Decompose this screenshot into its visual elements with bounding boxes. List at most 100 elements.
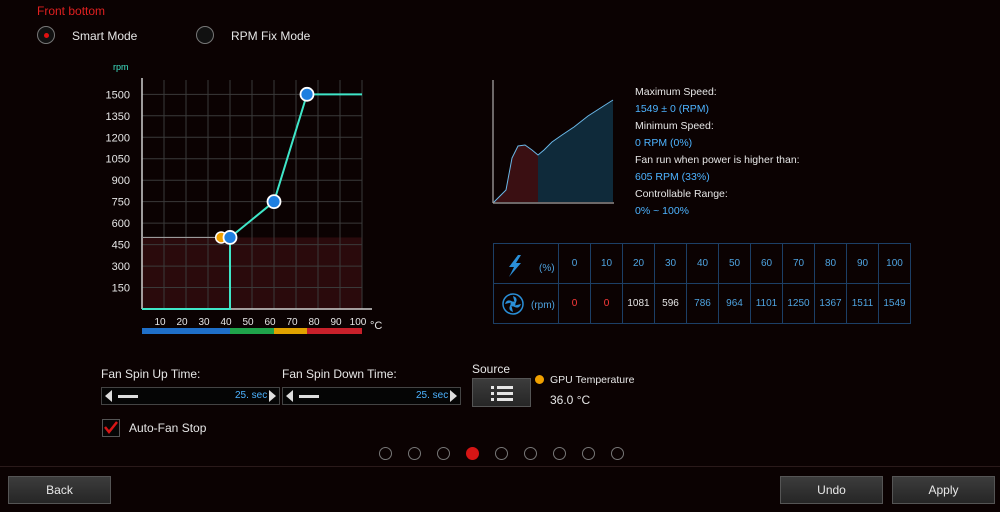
rpm-cell: 1511 [846, 283, 879, 324]
page-dot[interactable] [524, 447, 537, 460]
controllable-range-value: 0% ~ 100% [635, 205, 689, 217]
y-tick-label: 1050 [106, 154, 130, 166]
power-percent-cell: 80 [814, 243, 847, 284]
page-dot[interactable] [408, 447, 421, 460]
rpm-cell: 1250 [782, 283, 815, 324]
curve-control-point[interactable] [266, 194, 282, 210]
y-tick-label: 1500 [106, 89, 130, 101]
rpm-fix-mode-radio[interactable] [196, 26, 214, 44]
min-speed-value: 0 RPM (0%) [635, 137, 693, 149]
curve-control-point[interactable] [299, 86, 315, 102]
y-tick-label: 600 [112, 218, 130, 230]
fan-curve-chart[interactable]: 150 300 450 600 750 900 1050 1200 1350 1500 10 20 3… [100, 58, 400, 340]
temperature-band [230, 328, 274, 334]
rpm-cell: 786 [686, 283, 719, 324]
list-icon [490, 386, 513, 401]
curve-control-point[interactable] [222, 230, 238, 245]
x-tick-label: 30 [198, 317, 210, 328]
rpm-cell: 0 [558, 283, 591, 324]
x-axis-unit: °C [370, 320, 382, 332]
spin-up-value: 25. sec [235, 390, 268, 401]
arrow-right-icon[interactable] [450, 390, 457, 402]
x-tick-label: 60 [264, 317, 276, 328]
y-tick-label: 150 [112, 283, 130, 295]
power-unit: (%) [539, 263, 555, 274]
power-percent-cell: 20 [622, 243, 655, 284]
temperature-band [142, 328, 230, 334]
power-percent-cell: 50 [718, 243, 751, 284]
y-tick-label: 900 [112, 175, 130, 187]
arrow-right-icon[interactable] [269, 390, 276, 402]
page-dot[interactable] [437, 447, 450, 460]
rpm-fix-mode-label: RPM Fix Mode [231, 29, 311, 43]
rpm-cell: 1101 [750, 283, 783, 324]
spin-up-label: Fan Spin Up Time: [101, 367, 201, 381]
rpm-cell: 1549 [878, 283, 911, 324]
back-button[interactable]: Back [8, 476, 111, 504]
speed-table: (%) 0 10 20 30 40 50 60 70 80 90 100 (rpm) 0 0 1081 5… [493, 243, 911, 324]
x-tick-label: 70 [286, 317, 298, 328]
y-axis-label: rpm [113, 62, 129, 72]
power-percent-cell: 30 [654, 243, 687, 284]
apply-button[interactable]: Apply [892, 476, 995, 504]
fan-title: Front bottom [37, 4, 106, 18]
min-speed-label: Minimum Speed: [635, 120, 714, 132]
page-dot[interactable] [582, 447, 595, 460]
y-tick-label: 1350 [106, 111, 130, 123]
x-tick-label: 10 [154, 317, 166, 328]
sensor-name: GPU Temperature [550, 374, 635, 386]
y-tick-label: 300 [112, 261, 130, 273]
source-menu-button[interactable] [472, 378, 531, 407]
fan-run-value: 605 RPM (33%) [635, 171, 710, 183]
slider-handle[interactable] [299, 395, 319, 398]
temperature-band [307, 328, 362, 334]
x-tick-label: 50 [242, 317, 254, 328]
page-dot[interactable] [379, 447, 392, 460]
lightning-icon [509, 254, 521, 277]
power-percent-cell: 10 [590, 243, 623, 284]
max-speed-label: Maximum Speed: [635, 86, 717, 98]
temperature-band [274, 328, 307, 334]
rpm-header: (rpm) [493, 283, 559, 324]
spin-down-label: Fan Spin Down Time: [282, 367, 397, 381]
rpm-cell: 1367 [814, 283, 847, 324]
controllable-range-label: Controllable Range: [635, 188, 728, 200]
y-tick-label: 450 [112, 240, 130, 252]
power-header: (%) [493, 243, 559, 284]
sensor-status-dot [535, 375, 544, 384]
slider-handle[interactable] [118, 395, 138, 398]
power-row: (%) 0 10 20 30 40 50 60 70 80 90 100 [493, 243, 911, 284]
auto-fan-stop-checkbox[interactable] [102, 419, 120, 437]
y-tick-label: 1200 [106, 132, 130, 144]
smart-mode-label: Smart Mode [72, 29, 138, 43]
max-speed-value: 1549 ± 0 (RPM) [635, 103, 710, 115]
page-dot[interactable] [611, 447, 624, 460]
speed-info-panel: Maximum Speed: 1549 ± 0 (RPM) Minimum Sp… [635, 84, 800, 220]
power-percent-cell: 60 [750, 243, 783, 284]
undo-button[interactable]: Undo [780, 476, 883, 504]
page-dot[interactable] [495, 447, 508, 460]
rpm-cell: 596 [654, 283, 687, 324]
power-percent-cell: 90 [846, 243, 879, 284]
arrow-left-icon[interactable] [286, 390, 293, 402]
rpm-cell: 1081 [622, 283, 655, 324]
sensor-value: 36.0 °C [550, 393, 591, 407]
power-percent-cell: 40 [686, 243, 719, 284]
x-tick-label: 20 [176, 317, 188, 328]
fan-run-label: Fan run when power is higher than: [635, 154, 800, 166]
power-percent-cell: 0 [558, 243, 591, 284]
power-percent-cell: 70 [782, 243, 815, 284]
fan-icon [502, 292, 524, 315]
x-tick-label: 40 [220, 317, 232, 328]
page-dot[interactable] [466, 447, 479, 460]
checkmark-icon [104, 421, 118, 435]
source-label: Source [472, 362, 511, 376]
arrow-left-icon[interactable] [105, 390, 112, 402]
page-dot[interactable] [553, 447, 566, 460]
y-tick-label: 750 [112, 197, 130, 209]
x-tick-label: 80 [308, 317, 320, 328]
chart-grid [141, 78, 372, 310]
speed-profile-graph [492, 80, 614, 204]
page-indicator [379, 447, 629, 460]
smart-mode-radio[interactable] [37, 26, 55, 44]
